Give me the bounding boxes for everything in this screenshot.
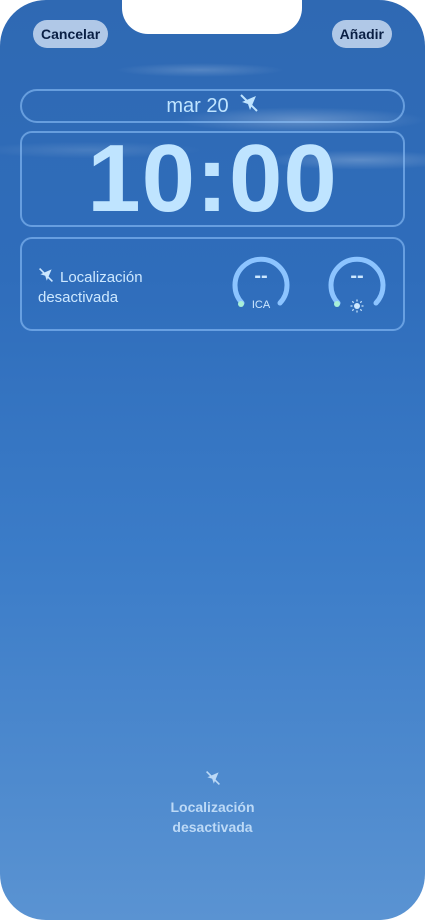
clock-slot[interactable]: 10:00	[20, 131, 405, 227]
sun-icon	[324, 299, 390, 316]
widgets-slot[interactable]: Localización desactivada -- ICA --	[20, 237, 405, 331]
location-off-icon	[0, 770, 425, 791]
uv-gauge-widget[interactable]: --	[324, 251, 390, 317]
bottom-location-line2: desactivada	[172, 819, 253, 835]
add-button[interactable]: Añadir	[331, 20, 392, 48]
bottom-location-status: Localización desactivada	[0, 770, 425, 837]
bottom-location-line1: Localización	[170, 799, 255, 815]
location-off-icon	[38, 267, 54, 288]
uv-value: --	[350, 265, 364, 287]
location-status-line1: Localización	[60, 269, 143, 286]
aqi-gauge-widget[interactable]: -- ICA	[228, 251, 294, 317]
location-off-icon	[239, 93, 259, 119]
location-status-line2: desactivada	[38, 289, 119, 306]
aqi-label: ICA	[251, 299, 271, 311]
aqi-value: --	[254, 265, 268, 287]
lock-screen-editor: Cancelar Añadir mar 20 10:00 Localizació…	[0, 0, 425, 920]
clock-time: 10:00	[87, 125, 338, 232]
location-widget[interactable]: Localización desactivada	[38, 267, 143, 307]
device-notch	[122, 0, 302, 34]
date-widget-slot[interactable]: mar 20	[20, 89, 405, 123]
cancel-button[interactable]: Cancelar	[33, 20, 109, 48]
date-text: mar 20	[166, 94, 229, 117]
